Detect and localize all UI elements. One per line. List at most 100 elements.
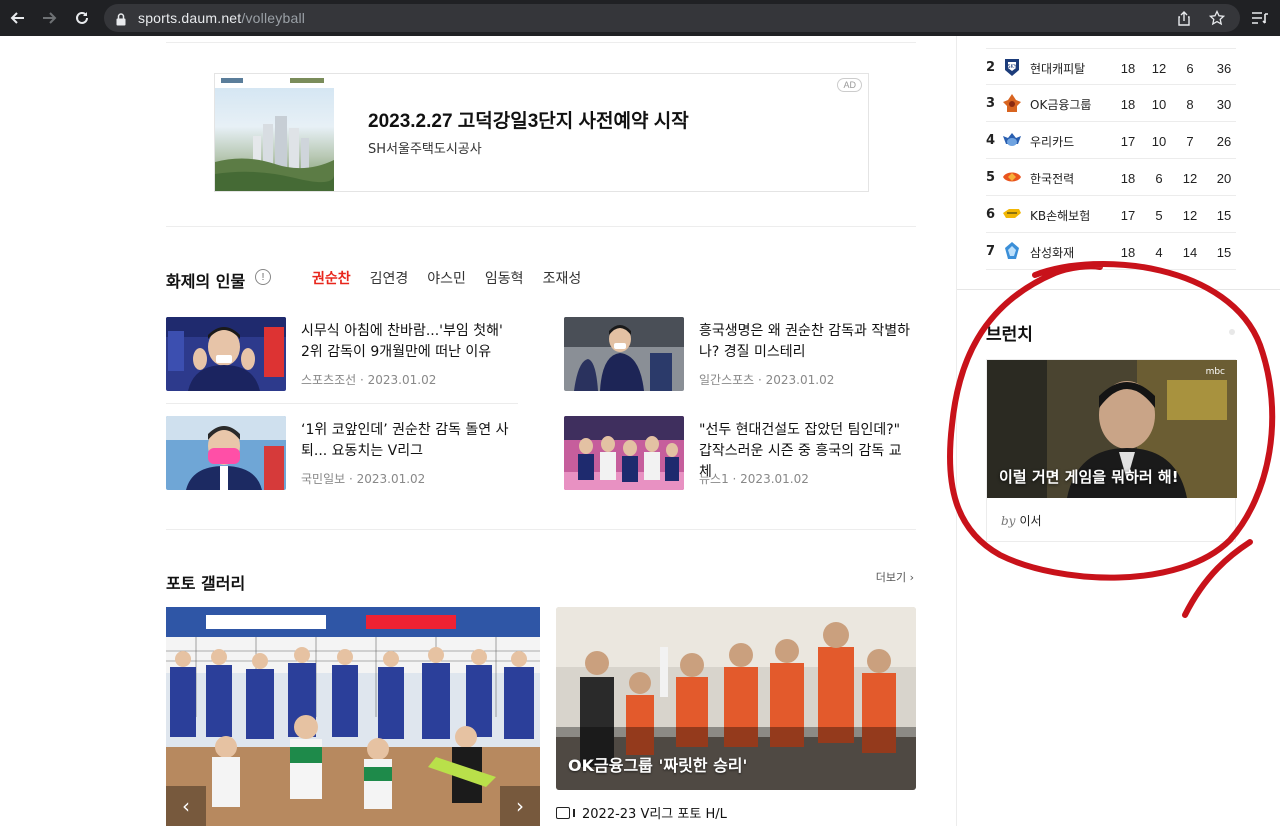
games-played: 17: [1120, 134, 1136, 149]
sidebar-divider: [956, 36, 957, 826]
address-bar[interactable]: sports.daum.net/volleyball: [104, 4, 1240, 32]
news-source: 국민일보 · 2023.01.02: [301, 472, 426, 486]
author-name: 이서: [1019, 514, 1042, 528]
ok-financial-logo-icon: [1002, 93, 1022, 113]
forward-icon[interactable]: [37, 6, 61, 30]
team-name[interactable]: 삼성화재: [1030, 244, 1074, 261]
wins: 5: [1155, 208, 1163, 223]
table-row[interactable]: 2 SKY 현대캐피탈 18 12 6 36: [986, 48, 1236, 85]
album-label: 2022-23 V리그 포토 H/L: [582, 807, 727, 822]
news-thumbnail[interactable]: [166, 317, 286, 391]
ad-title[interactable]: 2023.2.27 고덕강일3단지 사전예약 시작: [368, 106, 689, 133]
ad-badge[interactable]: AD: [837, 78, 862, 92]
brunch-image[interactable]: mbc 이럴 거면 게임을 뭐하러 해!: [987, 360, 1237, 498]
table-row[interactable]: 4 우리카드 17 10 7 26: [986, 122, 1236, 159]
news-item[interactable]: ‘1위 코앞인데’ 권순찬 감독 돌연 사퇴... 요동치는 V리그 국민일보 …: [166, 416, 518, 491]
divider: [957, 289, 1280, 290]
losses: 6: [1186, 61, 1194, 76]
points: 26: [1216, 134, 1232, 149]
chevron-right-icon: ›: [909, 571, 914, 584]
carousel-dot-icon[interactable]: [1229, 329, 1235, 335]
losses: 12: [1182, 171, 1198, 186]
reload-icon[interactable]: [70, 6, 94, 30]
losses: 14: [1182, 245, 1198, 260]
rank-number: 6: [986, 207, 996, 222]
table-row[interactable]: 7 삼성화재 18 4 14 15: [986, 233, 1236, 270]
wins: 10: [1151, 134, 1167, 149]
team-name[interactable]: 한국전력: [1030, 170, 1074, 187]
bookmark-star-icon[interactable]: [1208, 9, 1226, 30]
table-row[interactable]: 6 KB손해보험 17 5 12 15: [986, 196, 1236, 233]
brunch-card[interactable]: mbc 이럴 거면 게임을 뭐하러 해! by 이서: [986, 359, 1237, 542]
games-played: 18: [1120, 97, 1136, 112]
gallery-photo[interactable]: OK금융그룹 '짜릿한 승리': [556, 607, 916, 790]
kepco-logo-icon: [1002, 167, 1022, 187]
divider: [166, 403, 518, 404]
photo-gallery-title: 포토 갤러리: [166, 574, 246, 593]
points: 15: [1216, 208, 1232, 223]
share-icon[interactable]: [1177, 11, 1191, 30]
kb-insurance-logo-icon: [1002, 204, 1022, 224]
news-thumbnail[interactable]: [166, 416, 286, 490]
team-name[interactable]: OK금융그룹: [1030, 96, 1091, 113]
info-icon[interactable]: !: [255, 269, 271, 285]
team-name[interactable]: KB손해보험: [1030, 207, 1090, 224]
prev-arrow-button[interactable]: ‹: [166, 786, 206, 826]
more-link[interactable]: 더보기 ›: [876, 569, 914, 585]
news-source: 일간스포츠 · 2023.01.02: [699, 373, 835, 387]
svg-text:mbc: mbc: [1206, 367, 1225, 377]
url-text: sports.daum.net/volleyball: [138, 10, 306, 26]
news-item[interactable]: 시무식 아침에 찬바람...'부임 첫해' 2위 감독이 9개월만에 떠난 이유…: [166, 317, 518, 392]
brunch-author[interactable]: by 이서: [1001, 512, 1042, 529]
points: 20: [1216, 171, 1232, 186]
news-thumbnail[interactable]: [564, 317, 684, 391]
back-icon[interactable]: [6, 6, 30, 30]
tab-person-5[interactable]: 조재성: [543, 268, 582, 288]
tab-person-2[interactable]: 김연경: [370, 268, 409, 288]
gallery-caption[interactable]: OK금융그룹 '짜릿한 승리': [568, 752, 747, 776]
samsung-fire-logo-icon: [1002, 241, 1022, 261]
ad-banner[interactable]: 2023.2.27 고덕강일3단지 사전예약 시작 SH서울주택도시공사 AD: [214, 73, 869, 192]
wins: 4: [1155, 245, 1163, 260]
news-item[interactable]: 흥국생명은 왜 권순찬 감독과 작별하나? 경질 미스테리 일간스포츠 · 20…: [564, 317, 916, 392]
points: 30: [1216, 97, 1232, 112]
hot-people-title: 화제의 인물: [166, 272, 246, 291]
main-column: 2023.2.27 고덕강일3단지 사전예약 시작 SH서울주택도시공사 AD …: [166, 36, 916, 826]
reading-list-icon[interactable]: [1248, 6, 1272, 30]
games-played: 18: [1120, 61, 1136, 76]
browser-toolbar: sports.daum.net/volleyball: [0, 0, 1280, 36]
divider: [166, 529, 916, 530]
news-title[interactable]: ‘1위 코앞인데’ 권순찬 감독 돌연 사퇴... 요동치는 V리그: [301, 420, 516, 462]
news-item[interactable]: "선두 현대건설도 잡았던 팀인데?" 갑작스러운 시즌 중 흥국의 감독 교체…: [564, 416, 916, 491]
photo-album-icon: [556, 806, 575, 819]
news-title[interactable]: 시무식 아침에 찬바람...'부임 첫해' 2위 감독이 9개월만에 떠난 이유: [301, 321, 516, 363]
team-name[interactable]: 현대캐피탈: [1030, 60, 1085, 77]
gallery-main-photo[interactable]: ‹ ›: [166, 607, 540, 826]
next-arrow-button[interactable]: ›: [500, 786, 540, 826]
wins: 12: [1151, 61, 1167, 76]
games-played: 18: [1120, 171, 1136, 186]
rank-number: 7: [986, 244, 996, 259]
games-played: 18: [1120, 245, 1136, 260]
more-link-label: 더보기: [875, 571, 907, 584]
team-name[interactable]: 우리카드: [1030, 133, 1074, 150]
rank-number: 5: [986, 170, 996, 185]
table-row[interactable]: 5 한국전력 18 6 12 20: [986, 159, 1236, 196]
album-link[interactable]: 2022-23 V리그 포토 H/L: [556, 803, 727, 822]
rank-number: 2: [986, 60, 996, 75]
ad-sponsor: SH서울주택도시공사: [368, 142, 482, 157]
news-source: 스포츠조선 · 2023.01.02: [301, 373, 437, 387]
standings-table: 2 SKY 현대캐피탈 18 12 6 36 3 OK금융그룹 18 10 8 …: [986, 48, 1236, 270]
games-played: 17: [1120, 208, 1136, 223]
points: 15: [1216, 245, 1232, 260]
tab-person-3[interactable]: 야스민: [427, 268, 466, 288]
ad-image: [215, 74, 334, 191]
news-title[interactable]: 흥국생명은 왜 권순찬 감독과 작별하나? 경질 미스테리: [699, 321, 914, 363]
news-source: 뉴스1 · 2023.01.02: [699, 472, 809, 486]
tab-person-1[interactable]: 권순찬: [312, 268, 351, 288]
tab-person-4[interactable]: 임동혁: [485, 268, 524, 288]
chevron-right-icon: ›: [516, 794, 524, 818]
news-thumbnail[interactable]: [564, 416, 684, 490]
table-row[interactable]: 3 OK금융그룹 18 10 8 30: [986, 85, 1236, 122]
brunch-caption[interactable]: 이럴 거면 게임을 뭐하러 해!: [999, 466, 1179, 487]
